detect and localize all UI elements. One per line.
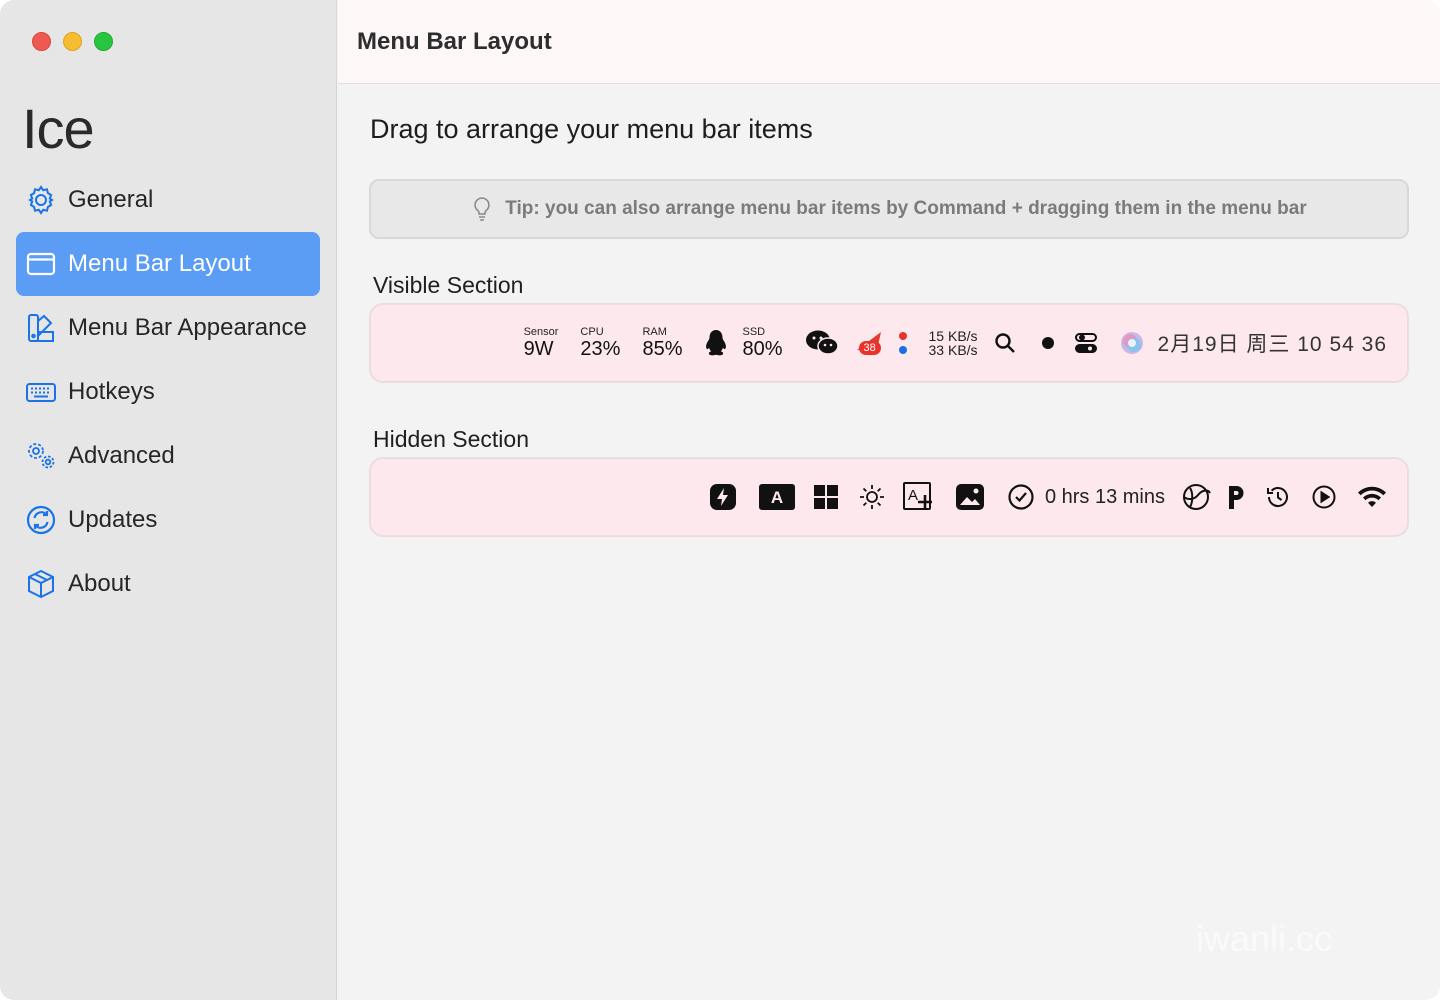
sidebar-item-label: Menu Bar Layout [68,250,251,277]
stat-value: 80% [742,338,783,360]
text-add-icon[interactable]: A [902,482,937,512]
main-content: Menu Bar Layout Drag to arrange your men… [338,0,1440,1000]
lightbulb-icon [474,197,490,221]
stat-label: CPU [580,326,604,338]
stat-value: 9W [523,338,554,360]
brightness-icon[interactable] [859,484,885,510]
stat-label: Sensor [523,326,559,338]
cpu-stat-item[interactable]: CPU 23% [580,326,621,360]
hidden-section: A A 0 hrs 13 mins [369,457,1409,537]
close-button[interactable] [32,32,51,51]
qq-penguin-icon[interactable] [704,329,728,357]
sensor-stat-item[interactable]: Sensor 9W [523,326,559,360]
tip-banner: Tip: you can also arrange menu bar items… [369,179,1409,239]
wifi-icon[interactable] [1357,485,1387,509]
watermark: iwanli.cc [1195,918,1332,959]
sidebar-item-menu-bar-appearance[interactable]: Menu Bar Appearance [16,296,320,360]
ram-stat-item[interactable]: RAM 85% [642,326,683,360]
visible-section: Sensor 9W CPU 23% RAM 85% SSD 80% 38 15 … [369,303,1409,383]
timer-check-icon[interactable] [1007,483,1035,511]
app-title: Ice [22,97,95,160]
search-icon[interactable] [994,332,1016,354]
toolbar: Menu Bar Layout [338,0,1440,84]
sidebar-item-general[interactable]: General [16,168,320,232]
network-speed-item[interactable]: 15 KB/s 33 KB/s [929,329,978,357]
page-title: Menu Bar Layout [357,27,552,55]
minimize-button[interactable] [63,32,82,51]
notification-badge-icon[interactable]: 38 [855,328,887,358]
hidden-items: A A 0 hrs 13 mins [709,459,1387,535]
zoom-button[interactable] [94,32,113,51]
sidebar-item-hotkeys[interactable]: Hotkeys [16,360,320,424]
visible-items: Sensor 9W CPU 23% RAM 85% SSD 80% 38 15 … [524,305,1387,381]
sidebar-item-updates[interactable]: Updates [16,488,320,552]
lightning-app-icon[interactable] [709,483,737,511]
wechat-icon[interactable] [805,329,839,357]
date-time-clock[interactable]: 2月19日 周三 10 54 36 [1158,328,1387,358]
siri-icon[interactable] [1120,331,1144,355]
play-circle-icon[interactable] [1311,484,1337,510]
badge-count: 38 [858,341,881,355]
stat-value: 23% [580,338,621,360]
stat-label: RAM [642,326,667,338]
sidebar: Ice General Menu Bar Layout Menu Bar App… [0,0,337,1000]
net-up: 15 KB/s [928,328,978,344]
history-icon[interactable] [1265,484,1291,510]
p-letter-icon[interactable] [1225,483,1247,511]
timer-text[interactable]: 0 hrs 13 mins [1045,486,1165,509]
svg-text:A: A [771,488,783,507]
app-window: Ice General Menu Bar Layout Menu Bar App… [0,0,1440,1000]
paint-swatch-icon [24,311,58,345]
net-down: 33 KB/s [928,342,978,358]
visible-section-label: Visible Section [373,272,524,298]
control-center-icon[interactable] [1074,331,1098,355]
gears-icon [24,439,58,473]
photo-icon[interactable] [955,483,985,511]
layout-heading: Drag to arrange your menu bar items [370,114,813,144]
sidebar-nav: General Menu Bar Layout Menu Bar Appeara… [16,168,320,616]
tip-text: Tip: you can also arrange menu bar items… [505,198,1307,219]
window-grid-icon[interactable] [813,484,839,510]
sidebar-item-label: Advanced [68,442,175,469]
status-dots-icon[interactable] [898,332,907,354]
input-method-a-icon[interactable]: A [758,484,795,510]
gear-icon [24,183,58,217]
sidebar-item-label: General [68,186,154,213]
sidebar-item-label: Menu Bar Appearance [68,314,307,341]
globe-icon[interactable] [1181,483,1213,511]
sidebar-item-menu-bar-layout[interactable]: Menu Bar Layout [16,232,320,296]
sidebar-item-label: Updates [68,506,158,533]
stat-value: 85% [642,338,683,360]
refresh-icon [24,503,58,537]
stat-label: SSD [742,326,766,338]
sidebar-item-about[interactable]: About [16,552,320,616]
sidebar-item-label: About [68,570,131,597]
dot-icon[interactable] [1041,337,1054,349]
window-controls [32,32,113,51]
menubar-layout-icon [24,247,58,281]
svg-text:A: A [908,487,918,504]
hidden-section-label: Hidden Section [373,426,529,452]
cube-icon [24,567,58,601]
sidebar-item-label: Hotkeys [68,378,155,405]
sidebar-item-advanced[interactable]: Advanced [16,424,320,488]
ssd-stat-item[interactable]: SSD 80% [742,326,783,360]
keyboard-icon [24,375,58,409]
